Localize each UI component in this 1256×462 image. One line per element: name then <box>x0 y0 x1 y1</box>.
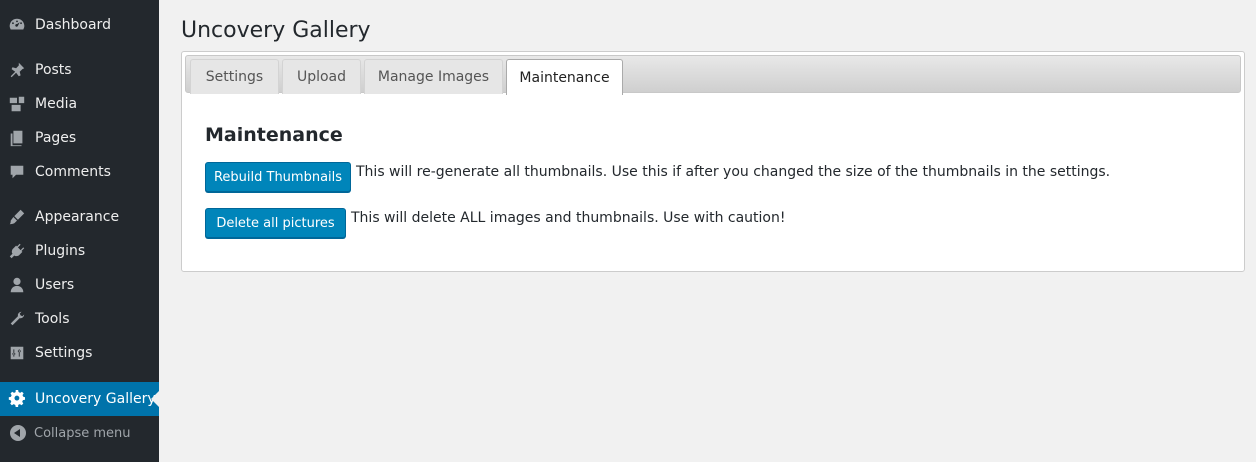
gallery-panel: Settings Upload Manage Images Maintenanc… <box>181 51 1245 272</box>
delete-description: This will delete ALL images and thumbnai… <box>351 210 786 226</box>
sidebar-item-comments[interactable]: Comments <box>0 155 159 189</box>
sidebar-item-label: Uncovery Gallery <box>35 391 156 407</box>
tab-upload[interactable]: Upload <box>282 59 361 94</box>
rebuild-description: This will re-generate all thumbnails. Us… <box>356 164 1111 180</box>
tab-bar: Settings Upload Manage Images Maintenanc… <box>185 55 1241 95</box>
collapse-menu-label: Collapse menu <box>34 425 131 441</box>
sidebar-item-label: Pages <box>35 130 77 146</box>
tab-maintenance[interactable]: Maintenance <box>506 59 623 95</box>
sidebar-item-tools[interactable]: Tools <box>0 302 159 336</box>
sliders-icon <box>7 343 27 363</box>
sidebar-item-pages[interactable]: Pages <box>0 121 159 155</box>
sidebar-item-settings[interactable]: Settings <box>0 336 159 370</box>
pages-icon <box>7 128 27 148</box>
collapse-arrow-icon <box>8 423 28 443</box>
sidebar-item-posts[interactable]: Posts <box>0 53 159 87</box>
sidebar-item-users[interactable]: Users <box>0 268 159 302</box>
sidebar-item-label: Settings <box>35 345 93 361</box>
user-icon <box>7 275 27 295</box>
admin-sidebar: Dashboard Posts Media Pages Comments App… <box>0 0 159 462</box>
sidebar-item-label: Plugins <box>35 243 86 259</box>
tab-settings[interactable]: Settings <box>190 59 279 94</box>
page-title: Uncovery Gallery <box>181 18 371 43</box>
sidebar-item-label: Tools <box>35 311 70 327</box>
rebuild-thumbnails-button[interactable]: Rebuild Thumbnails <box>205 162 351 192</box>
sidebar-item-appearance[interactable]: Appearance <box>0 200 159 234</box>
pin-icon <box>7 60 27 80</box>
collapse-menu-button[interactable]: Collapse menu <box>0 416 159 450</box>
sidebar-item-label: Appearance <box>35 209 120 225</box>
sidebar-item-label: Users <box>35 277 75 293</box>
plug-icon <box>7 241 27 261</box>
paintbrush-icon <box>7 207 27 227</box>
sidebar-item-plugins[interactable]: Plugins <box>0 234 159 268</box>
sidebar-item-dashboard[interactable]: Dashboard <box>0 8 159 42</box>
sidebar-item-label: Posts <box>35 62 72 78</box>
sidebar-item-label: Dashboard <box>35 17 111 33</box>
comment-bubble-icon <box>7 162 27 182</box>
sidebar-item-uncovery-gallery[interactable]: Uncovery Gallery <box>0 382 159 416</box>
media-icon <box>7 94 27 114</box>
section-heading: Maintenance <box>205 124 343 146</box>
delete-all-pictures-button[interactable]: Delete all pictures <box>205 208 346 238</box>
sidebar-item-media[interactable]: Media <box>0 87 159 121</box>
gear-icon <box>7 389 27 409</box>
sidebar-item-label: Comments <box>35 164 111 180</box>
sidebar-item-label: Media <box>35 96 78 112</box>
dashboard-icon <box>7 15 27 35</box>
tab-manage-images[interactable]: Manage Images <box>364 59 503 94</box>
wrench-icon <box>7 309 27 329</box>
